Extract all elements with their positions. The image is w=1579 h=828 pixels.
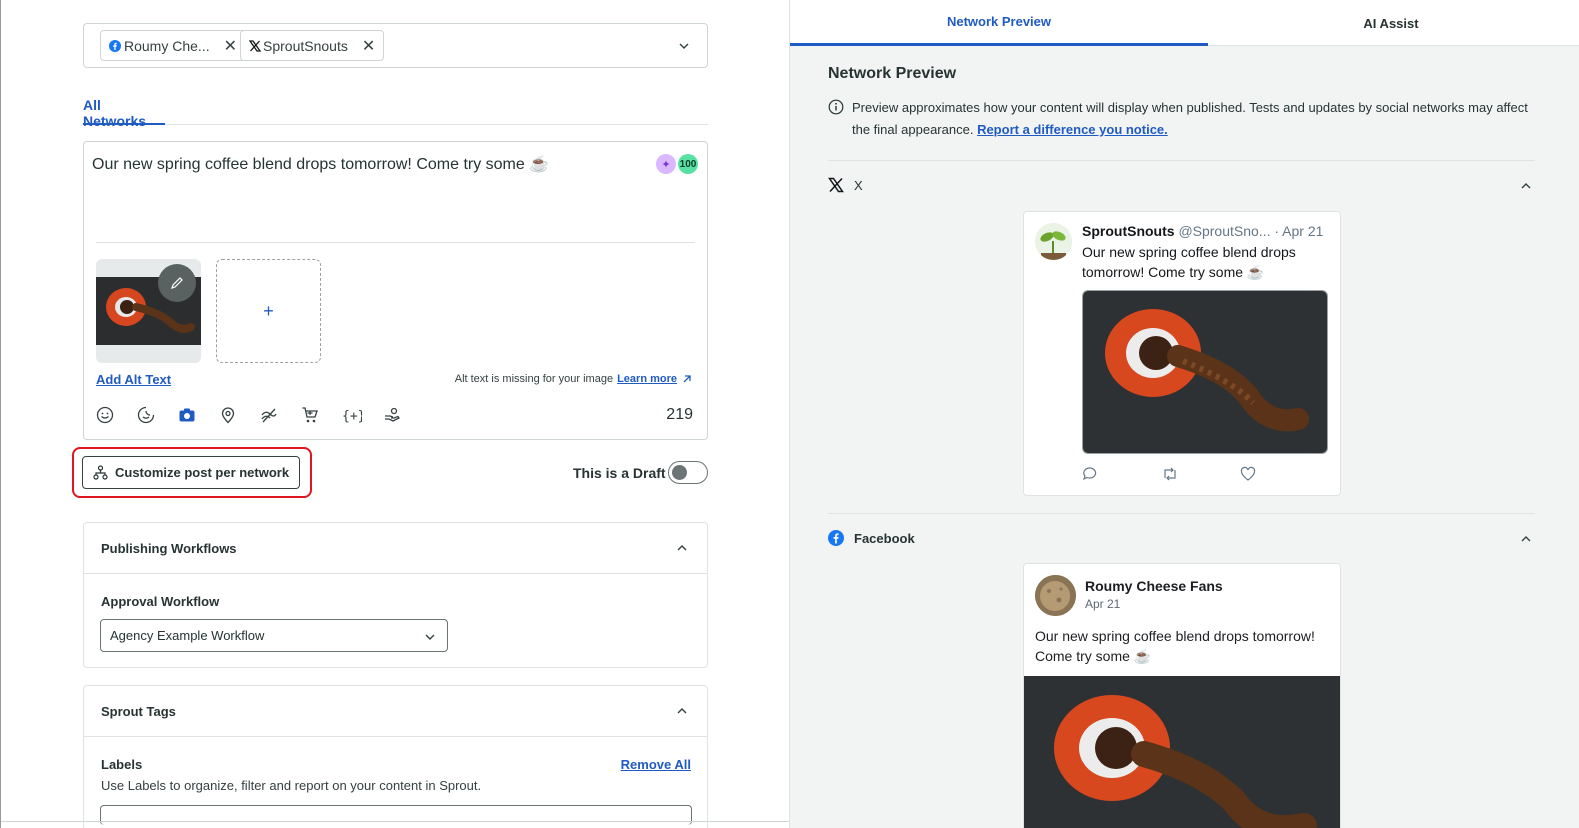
labels-title: Labels — [101, 757, 143, 772]
draft-toggle[interactable] — [668, 461, 708, 484]
learn-more-link[interactable]: Learn more — [617, 373, 677, 385]
facebook-icon — [828, 530, 844, 546]
remove-profile-icon[interactable]: ✕ — [224, 36, 237, 56]
x-post-author: SproutSnouts @SproutSno... · Apr 21 — [1082, 223, 1323, 239]
x-post-date: · Apr 21 — [1274, 223, 1324, 239]
facebook-section-label: Facebook — [854, 530, 915, 546]
remove-all-link[interactable]: Remove All — [621, 757, 691, 772]
chevron-up-icon[interactable] — [1521, 534, 1531, 544]
facebook-post-image — [1024, 676, 1340, 828]
retweet-icon[interactable] — [1161, 466, 1240, 486]
report-difference-link[interactable]: Report a difference you notice. — [977, 122, 1168, 137]
avatar — [1035, 575, 1076, 616]
customize-post-button[interactable]: Customize post per network — [82, 456, 300, 489]
panel-title: Publishing Workflows — [101, 540, 237, 556]
divider — [1, 821, 789, 822]
cart-icon[interactable] — [301, 404, 342, 426]
toggle-knob — [672, 465, 687, 480]
sprout-tags-panel: Sprout Tags Labels Remove All Use Labels… — [83, 685, 708, 828]
x-logo-icon — [249, 39, 261, 52]
chevron-up-icon[interactable] — [677, 543, 687, 553]
preview-tabs: Network Preview AI Assist — [790, 0, 1579, 46]
x-post-preview: SproutSnouts @SproutSno... · Apr 21 Our … — [1023, 211, 1341, 496]
profile-selector[interactable]: Roumy Che... ✕ SproutSnouts ✕ — [83, 23, 708, 68]
chevron-up-icon[interactable] — [677, 706, 687, 716]
chevron-down-icon[interactable] — [679, 38, 689, 49]
tab-ai-assist[interactable]: AI Assist — [1208, 0, 1574, 46]
location-icon[interactable] — [219, 404, 260, 426]
x-author-handle: @SproutSno... — [1178, 223, 1271, 239]
sprout-tags-header[interactable]: Sprout Tags — [84, 686, 707, 737]
add-media-button[interactable]: + — [216, 259, 321, 363]
reply-icon[interactable] — [1082, 466, 1161, 486]
info-icon — [828, 99, 844, 115]
alt-text-warning: Alt text is missing for your image Learn… — [455, 373, 693, 385]
tab-network-preview[interactable]: Network Preview — [790, 0, 1208, 46]
external-link-icon[interactable] — [681, 373, 693, 385]
svg-text:{+}: {+} — [342, 409, 362, 424]
divider — [96, 242, 695, 243]
x-post-actions — [1082, 466, 1319, 486]
publishing-workflows-header[interactable]: Publishing Workflows — [84, 523, 707, 574]
alt-warning-text: Alt text is missing for your image — [454, 373, 614, 385]
facebook-section-header[interactable]: Facebook — [828, 530, 915, 546]
divider — [828, 513, 1535, 514]
avatar — [1035, 223, 1072, 260]
labels-description: Use Labels to organize, filter and repor… — [101, 778, 482, 793]
sticker-icon[interactable] — [137, 404, 178, 426]
emoji-icon[interactable] — [96, 404, 137, 426]
variables-icon[interactable]: {+} — [342, 404, 383, 426]
x-author-name: SproutSnouts — [1082, 223, 1175, 239]
add-alt-text-link[interactable]: Add Alt Text — [96, 372, 171, 387]
approval-workflow-value: Agency Example Workflow — [110, 628, 265, 643]
score-badge[interactable]: 100 — [678, 154, 698, 174]
network-preview-title: Network Preview — [828, 65, 957, 82]
chevron-down-icon — [425, 634, 435, 640]
network-tree-icon — [93, 465, 108, 480]
chevron-up-icon[interactable] — [1521, 181, 1531, 191]
facebook-author-name: Roumy Cheese Fans — [1085, 578, 1223, 594]
message-text[interactable]: Our new spring coffee blend drops tomorr… — [92, 154, 549, 174]
facebook-post-text: Our new spring coffee blend drops tomorr… — [1035, 628, 1315, 664]
x-section-header[interactable]: X — [828, 177, 863, 193]
divider — [828, 160, 1535, 161]
approval-workflow-label: Approval Workflow — [101, 594, 220, 609]
facebook-icon — [109, 39, 121, 52]
profile-chip-label: Roumy Che... — [124, 37, 210, 54]
media-thumbnail[interactable] — [96, 259, 201, 363]
x-post-text: Our new spring coffee blend drops tomorr… — [1082, 244, 1296, 280]
labels-input[interactable] — [100, 805, 692, 825]
x-section-label: X — [854, 177, 863, 193]
draft-label: This is a Draft — [573, 465, 666, 481]
camera-icon[interactable] — [178, 404, 219, 426]
panel-title: Sprout Tags — [101, 703, 176, 719]
customize-post-label: Customize post per network — [115, 465, 290, 480]
network-tabs: All Networks — [83, 95, 708, 129]
hand-icon[interactable] — [383, 404, 424, 426]
edit-media-button[interactable] — [158, 264, 196, 302]
x-post-image — [1082, 290, 1328, 454]
link-off-icon[interactable] — [260, 404, 301, 426]
message-composer: Our new spring coffee blend drops tomorr… — [83, 141, 708, 440]
preview-pane: Network Preview AI Assist Network Previe… — [789, 0, 1579, 828]
profile-chip-facebook: Roumy Che... ✕ — [100, 30, 246, 61]
composer-toolbar: {+} — [96, 404, 424, 426]
pencil-icon — [171, 277, 183, 289]
profile-chip-label: SproutSnouts — [263, 37, 348, 54]
publishing-workflows-panel: Publishing Workflows Approval Workflow A… — [83, 522, 708, 668]
facebook-post-date: Apr 21 — [1085, 597, 1121, 611]
tab-all-networks[interactable]: All Networks — [83, 95, 165, 129]
approval-workflow-select[interactable]: Agency Example Workflow — [100, 619, 448, 652]
preview-disclaimer-text: Preview approximates how your content wi… — [852, 100, 1528, 137]
like-icon[interactable] — [1240, 466, 1319, 486]
remove-profile-icon[interactable]: ✕ — [362, 36, 375, 56]
x-logo-icon — [828, 177, 844, 193]
profile-chip-x: SproutSnouts ✕ — [240, 30, 385, 61]
character-count: 219 — [666, 406, 693, 423]
composer-pane: Roumy Che... ✕ SproutSnouts ✕ All Networ… — [0, 0, 789, 828]
preview-disclaimer: Preview approximates how your content wi… — [852, 97, 1542, 141]
facebook-post-preview: Roumy Cheese Fans Apr 21 Our new spring … — [1023, 563, 1341, 828]
ai-sparkle-icon[interactable]: ✦ — [656, 154, 676, 174]
